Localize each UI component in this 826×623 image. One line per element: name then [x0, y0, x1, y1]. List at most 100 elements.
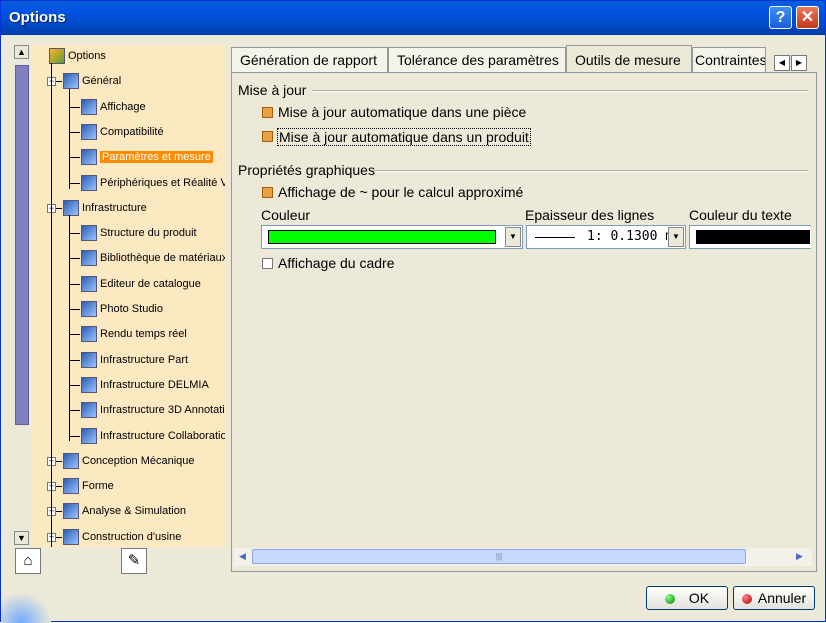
tree-item-label: Forme	[82, 480, 114, 493]
tree-node-icon	[81, 174, 97, 191]
tree-node-icon	[63, 73, 79, 90]
green-dot-icon	[664, 594, 675, 605]
tree-item[interactable]: Analyse & Simulation	[63, 501, 186, 521]
tree-item[interactable]: Forme	[63, 476, 114, 496]
tree-node-icon	[81, 351, 97, 368]
tree-item-label: Structure du produit	[100, 227, 197, 240]
tree-item[interactable]: Infrastructure DELMIA	[81, 375, 209, 395]
save-settings-icon[interactable]: ✎	[121, 548, 147, 574]
options-dialog: Options ? ✕ ▲ ▼ Options Général − Affichage…	[0, 0, 826, 623]
tree-connector	[69, 258, 80, 260]
scroll-down-arrow[interactable]: ▼	[14, 531, 29, 545]
tree-item[interactable]: Infrastructure Collaboration	[81, 426, 225, 446]
scroll-thumb[interactable]	[15, 65, 29, 425]
home-icon[interactable]: ⌂	[15, 548, 41, 574]
tab-scroll-left-icon[interactable]: ◀	[774, 55, 790, 71]
approx-display-label: Affichage de ~ pour le calcul approximé	[278, 184, 524, 200]
tree-item[interactable]: Rendu temps réel	[81, 324, 187, 344]
section-divider	[374, 170, 808, 172]
tree-node-icon	[81, 376, 97, 393]
tree-node-icon	[63, 528, 79, 545]
tab-tolerance-parametres[interactable]: Tolérance des paramètres	[388, 47, 566, 73]
line-sample	[535, 237, 575, 238]
thickness-select[interactable]: 1: 0.1300 m ▼	[526, 225, 686, 249]
tree-item[interactable]: Infrastructure 3D Annotation	[81, 400, 225, 420]
tree-item-label: Options	[68, 50, 106, 63]
panel-hscrollbar[interactable]: ◀ ||| ▶	[234, 548, 812, 566]
tree-connector	[69, 283, 80, 285]
close-button[interactable]: ✕	[796, 6, 819, 29]
tree-item-label: Infrastructure DELMIA	[100, 378, 209, 391]
tree-node-icon	[81, 301, 97, 318]
auto-update-part-checkbox[interactable]	[262, 107, 273, 118]
tree-item-label: Conception Mécanique	[82, 454, 195, 467]
tab-contraintes[interactable]: Contraintes	[692, 47, 766, 73]
tree-item-label: Bibliothèque de matériaux	[100, 252, 225, 265]
auto-update-product-checkbox[interactable]	[262, 131, 273, 142]
ok-button[interactable]: OK	[646, 586, 728, 610]
tree-item-label: Photo Studio	[100, 303, 163, 316]
tab-outils-mesure[interactable]: Outils de mesure	[566, 45, 692, 73]
section-divider	[312, 90, 808, 92]
decorative-glow	[1, 591, 51, 623]
tree-item-label: Général	[82, 75, 122, 88]
tree-node-icon	[63, 199, 79, 216]
tree-item[interactable]: Conception Mécanique	[63, 451, 195, 471]
chevron-down-icon[interactable]: ▼	[505, 227, 521, 247]
tree-node-icon	[81, 250, 97, 267]
tree-node-icon	[81, 402, 97, 419]
tree-item[interactable]: Options	[49, 46, 106, 66]
tab-generation-rapport[interactable]: Génération de rapport	[231, 47, 388, 73]
scroll-left-arrow[interactable]: ◀	[235, 549, 250, 564]
tab-strip: Génération de rapport Tolérance des para…	[231, 45, 817, 73]
tree-node-icon	[81, 427, 97, 444]
scroll-right-arrow[interactable]: ▶	[792, 549, 807, 564]
window-title: Options	[9, 9, 66, 26]
tree-item[interactable]: Infrastructure Part	[81, 350, 188, 370]
tree-node-icon	[63, 503, 79, 520]
options-tree: ▲ ▼ Options Général − Affichage Compatibilit…	[13, 45, 225, 547]
text-color-label: Couleur du texte	[689, 207, 792, 223]
tree-connector	[69, 334, 80, 336]
color-label: Couleur	[261, 207, 311, 223]
approx-display-checkbox[interactable]	[262, 187, 273, 198]
tree-item[interactable]: Paramètres et mesure	[81, 147, 213, 167]
tree-node-icon	[81, 149, 97, 166]
tree-item[interactable]: Construction d'usine	[63, 527, 181, 547]
tree-connector	[69, 89, 70, 189]
tree-connector	[69, 131, 80, 133]
tree-item-label: Compatibilité	[100, 125, 164, 138]
tree-item[interactable]: Compatibilité	[81, 122, 164, 142]
section-title-update: Mise à jour	[238, 82, 307, 98]
chevron-down-icon[interactable]: ▼	[668, 227, 684, 247]
tree-connector	[69, 435, 80, 437]
tree-item[interactable]: Bibliothèque de matériaux	[81, 248, 225, 268]
tree-item-label: Infrastructure	[82, 201, 147, 214]
tree-item[interactable]: Photo Studio	[81, 299, 163, 319]
ok-label: OK	[688, 590, 710, 606]
section-title-graphics: Propriétés graphiques	[238, 162, 375, 178]
text-color-select[interactable]	[689, 225, 811, 249]
tree-item-label: Analyse & Simulation	[82, 505, 186, 518]
cancel-button[interactable]: Annuler	[733, 586, 815, 610]
tree-node-icon	[81, 326, 97, 343]
tree-node-icon	[63, 478, 79, 495]
tree-scrollbar[interactable]: ▲ ▼	[13, 45, 31, 547]
tree-connector	[69, 106, 80, 108]
tree-item[interactable]: Structure du produit	[81, 223, 197, 243]
title-bar[interactable]: Options ? ✕	[1, 1, 825, 35]
tree-item[interactable]: Affichage	[81, 97, 146, 117]
tree-item[interactable]: Editeur de catalogue	[81, 274, 201, 294]
hscroll-thumb[interactable]: |||	[252, 549, 746, 564]
help-button[interactable]: ?	[769, 6, 792, 29]
tree-connector	[69, 309, 80, 310]
color-swatch	[268, 230, 496, 244]
tree-item[interactable]: Général	[63, 71, 121, 91]
scroll-up-arrow[interactable]: ▲	[14, 45, 29, 59]
tree-item[interactable]: Périphériques et Réalité Virtuelle	[81, 173, 225, 193]
tree-item[interactable]: Infrastructure	[63, 198, 147, 218]
frame-display-checkbox[interactable]	[262, 258, 273, 269]
tree-node-icon	[81, 98, 97, 115]
tab-scroll-right-icon[interactable]: ▶	[791, 55, 807, 71]
color-select[interactable]: ▼	[261, 225, 523, 249]
